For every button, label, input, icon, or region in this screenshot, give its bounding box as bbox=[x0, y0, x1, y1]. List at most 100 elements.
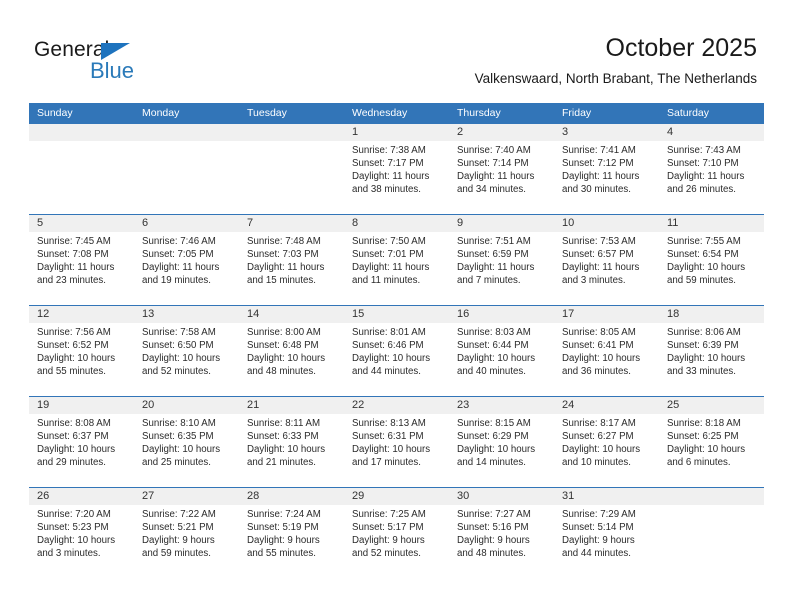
calendar-week-row: 19 Sunrise: 8:08 AM Sunset: 6:37 PM Dayligh… bbox=[29, 396, 764, 487]
day-number: 26 bbox=[29, 488, 134, 505]
day-cell[interactable]: 19 Sunrise: 8:08 AM Sunset: 6:37 PM Dayligh… bbox=[29, 397, 134, 487]
day-cell[interactable]: 17 Sunrise: 8:05 AM Sunset: 6:41 PM Dayligh… bbox=[554, 306, 659, 396]
sunrise-text: Sunrise: 7:20 AM bbox=[37, 509, 111, 520]
sunrise-text: Sunrise: 8:03 AM bbox=[457, 327, 531, 338]
day-cell[interactable]: 12 Sunrise: 7:56 AM Sunset: 6:52 PM Dayligh… bbox=[29, 306, 134, 396]
day-cell[interactable]: 24 Sunrise: 8:17 AM Sunset: 6:27 PM Dayligh… bbox=[554, 397, 659, 487]
day-number: 25 bbox=[659, 397, 764, 414]
day-number: 15 bbox=[344, 306, 449, 323]
daylight-text-line2: and 21 minutes. bbox=[247, 457, 316, 469]
day-cell[interactable]: 31 Sunrise: 7:29 AM Sunset: 5:14 PM Dayligh… bbox=[554, 488, 659, 578]
daylight-text-line2: and 29 minutes. bbox=[37, 457, 106, 469]
daylight-text-line1: Daylight: 9 hours bbox=[562, 535, 635, 547]
daylight-text-line2: and 3 minutes. bbox=[37, 548, 101, 560]
day-number: 27 bbox=[134, 488, 239, 505]
daylight-text-line2: and 52 minutes. bbox=[142, 366, 211, 378]
sunset-text: Sunset: 6:59 PM bbox=[457, 249, 529, 261]
day-details: Sunrise: 7:22 AM Sunset: 5:21 PM Daylight:… bbox=[134, 505, 239, 560]
sunrise-text: Sunrise: 7:58 AM bbox=[142, 327, 216, 338]
daylight-text-line2: and 15 minutes. bbox=[247, 275, 316, 287]
day-cell[interactable]: 18 Sunrise: 8:06 AM Sunset: 6:39 PM Dayligh… bbox=[659, 306, 764, 396]
day-cell[interactable]: 13 Sunrise: 7:58 AM Sunset: 6:50 PM Dayligh… bbox=[134, 306, 239, 396]
sunrise-text: Sunrise: 7:40 AM bbox=[457, 145, 531, 156]
day-cell[interactable]: 15 Sunrise: 8:01 AM Sunset: 6:46 PM Dayligh… bbox=[344, 306, 449, 396]
sunrise-text: Sunrise: 7:56 AM bbox=[37, 327, 111, 338]
sunrise-text: Sunrise: 7:46 AM bbox=[142, 236, 216, 247]
day-number: 19 bbox=[29, 397, 134, 414]
daylight-text-line2: and 19 minutes. bbox=[142, 275, 211, 287]
day-cell[interactable]: 5 Sunrise: 7:45 AM Sunset: 7:08 PM Daylight… bbox=[29, 215, 134, 305]
daylight-text-line2: and 14 minutes. bbox=[457, 457, 526, 469]
sunset-text: Sunset: 7:05 PM bbox=[142, 249, 214, 261]
daylight-text-line2: and 7 minutes. bbox=[457, 275, 521, 287]
daylight-text-line1: Daylight: 10 hours bbox=[457, 444, 536, 456]
day-cell[interactable]: 7 Sunrise: 7:48 AM Sunset: 7:03 PM Daylight… bbox=[239, 215, 344, 305]
day-cell[interactable]: 2 Sunrise: 7:40 AM Sunset: 7:14 PM Daylight… bbox=[449, 124, 554, 214]
day-details: Sunrise: 7:51 AM Sunset: 6:59 PM Daylight:… bbox=[449, 232, 554, 287]
day-cell[interactable]: 4 Sunrise: 7:43 AM Sunset: 7:10 PM Daylight… bbox=[659, 124, 764, 214]
sunrise-text: Sunrise: 7:51 AM bbox=[457, 236, 531, 247]
sunrise-text: Sunrise: 7:24 AM bbox=[247, 509, 321, 520]
day-cell[interactable]: 14 Sunrise: 8:00 AM Sunset: 6:48 PM Dayligh… bbox=[239, 306, 344, 396]
day-cell[interactable]: 10 Sunrise: 7:53 AM Sunset: 6:57 PM Dayligh… bbox=[554, 215, 659, 305]
daylight-text-line1: Daylight: 11 hours bbox=[457, 171, 535, 183]
page-title: October 2025 bbox=[605, 34, 758, 62]
day-number bbox=[134, 124, 239, 141]
day-cell[interactable]: 3 Sunrise: 7:41 AM Sunset: 7:12 PM Daylight… bbox=[554, 124, 659, 214]
daylight-text-line1: Daylight: 10 hours bbox=[352, 444, 431, 456]
day-cell[interactable]: 20 Sunrise: 8:10 AM Sunset: 6:35 PM Dayligh… bbox=[134, 397, 239, 487]
weekday-header-sunday: Sunday bbox=[37, 107, 73, 119]
sunrise-text: Sunrise: 8:18 AM bbox=[667, 418, 741, 429]
day-cell[interactable]: 9 Sunrise: 7:51 AM Sunset: 6:59 PM Daylight… bbox=[449, 215, 554, 305]
sunrise-text: Sunrise: 7:25 AM bbox=[352, 509, 426, 520]
day-cell[interactable]: 11 Sunrise: 7:55 AM Sunset: 6:54 PM Dayligh… bbox=[659, 215, 764, 305]
daylight-text-line1: Daylight: 10 hours bbox=[142, 444, 221, 456]
day-number: 3 bbox=[554, 124, 659, 141]
weekday-header-saturday: Saturday bbox=[667, 107, 710, 119]
day-number: 18 bbox=[659, 306, 764, 323]
day-cell[interactable]: 30 Sunrise: 7:27 AM Sunset: 5:16 PM Dayligh… bbox=[449, 488, 554, 578]
day-cell[interactable]: 27 Sunrise: 7:22 AM Sunset: 5:21 PM Dayligh… bbox=[134, 488, 239, 578]
sunset-text: Sunset: 7:17 PM bbox=[352, 158, 424, 170]
weekday-header-friday: Friday bbox=[562, 107, 592, 119]
day-cell[interactable]: 23 Sunrise: 8:15 AM Sunset: 6:29 PM Dayligh… bbox=[449, 397, 554, 487]
day-cell[interactable]: 21 Sunrise: 8:11 AM Sunset: 6:33 PM Dayligh… bbox=[239, 397, 344, 487]
sunset-text: Sunset: 6:39 PM bbox=[667, 340, 739, 352]
day-number: 12 bbox=[29, 306, 134, 323]
sunset-text: Sunset: 5:23 PM bbox=[37, 522, 109, 534]
day-details: Sunrise: 7:45 AM Sunset: 7:08 PM Daylight:… bbox=[29, 232, 134, 287]
day-cell[interactable]: 22 Sunrise: 8:13 AM Sunset: 6:31 PM Dayligh… bbox=[344, 397, 449, 487]
day-cell[interactable]: 25 Sunrise: 8:18 AM Sunset: 6:25 PM Dayligh… bbox=[659, 397, 764, 487]
day-cell[interactable]: 16 Sunrise: 8:03 AM Sunset: 6:44 PM Dayligh… bbox=[449, 306, 554, 396]
daylight-text-line1: Daylight: 10 hours bbox=[37, 535, 116, 547]
weekday-header-tuesday: Tuesday bbox=[247, 107, 287, 119]
sunset-text: Sunset: 6:33 PM bbox=[247, 431, 319, 443]
sunrise-text: Sunrise: 7:38 AM bbox=[352, 145, 426, 156]
daylight-text-line2: and 26 minutes. bbox=[667, 184, 736, 196]
sunrise-text: Sunrise: 8:13 AM bbox=[352, 418, 426, 429]
day-details: Sunrise: 7:38 AM Sunset: 7:17 PM Daylight:… bbox=[344, 141, 449, 196]
day-cell[interactable]: 1 Sunrise: 7:38 AM Sunset: 7:17 PM Daylight… bbox=[344, 124, 449, 214]
sunset-text: Sunset: 5:21 PM bbox=[142, 522, 214, 534]
daylight-text-line2: and 36 minutes. bbox=[562, 366, 631, 378]
sunrise-text: Sunrise: 8:10 AM bbox=[142, 418, 216, 429]
day-cell[interactable]: 6 Sunrise: 7:46 AM Sunset: 7:05 PM Daylight… bbox=[134, 215, 239, 305]
day-cell[interactable]: 26 Sunrise: 7:20 AM Sunset: 5:23 PM Dayligh… bbox=[29, 488, 134, 578]
day-number: 9 bbox=[449, 215, 554, 232]
day-cell[interactable]: 28 Sunrise: 7:24 AM Sunset: 5:19 PM Dayligh… bbox=[239, 488, 344, 578]
day-number bbox=[29, 124, 134, 141]
daylight-text-line1: Daylight: 10 hours bbox=[667, 262, 746, 274]
sunset-text: Sunset: 6:52 PM bbox=[37, 340, 109, 352]
day-details: Sunrise: 7:46 AM Sunset: 7:05 PM Daylight:… bbox=[134, 232, 239, 287]
day-number: 16 bbox=[449, 306, 554, 323]
daylight-text-line1: Daylight: 10 hours bbox=[457, 353, 536, 365]
day-cell[interactable]: 8 Sunrise: 7:50 AM Sunset: 7:01 PM Daylight… bbox=[344, 215, 449, 305]
sunset-text: Sunset: 5:19 PM bbox=[247, 522, 319, 534]
daylight-text-line1: Daylight: 9 hours bbox=[457, 535, 530, 547]
day-details: Sunrise: 8:13 AM Sunset: 6:31 PM Daylight:… bbox=[344, 414, 449, 469]
daylight-text-line2: and 52 minutes. bbox=[352, 548, 421, 560]
day-cell[interactable]: 29 Sunrise: 7:25 AM Sunset: 5:17 PM Dayligh… bbox=[344, 488, 449, 578]
day-details: Sunrise: 7:24 AM Sunset: 5:19 PM Daylight:… bbox=[239, 505, 344, 560]
daylight-text-line2: and 55 minutes. bbox=[37, 366, 106, 378]
weekday-header-monday: Monday bbox=[142, 107, 180, 119]
